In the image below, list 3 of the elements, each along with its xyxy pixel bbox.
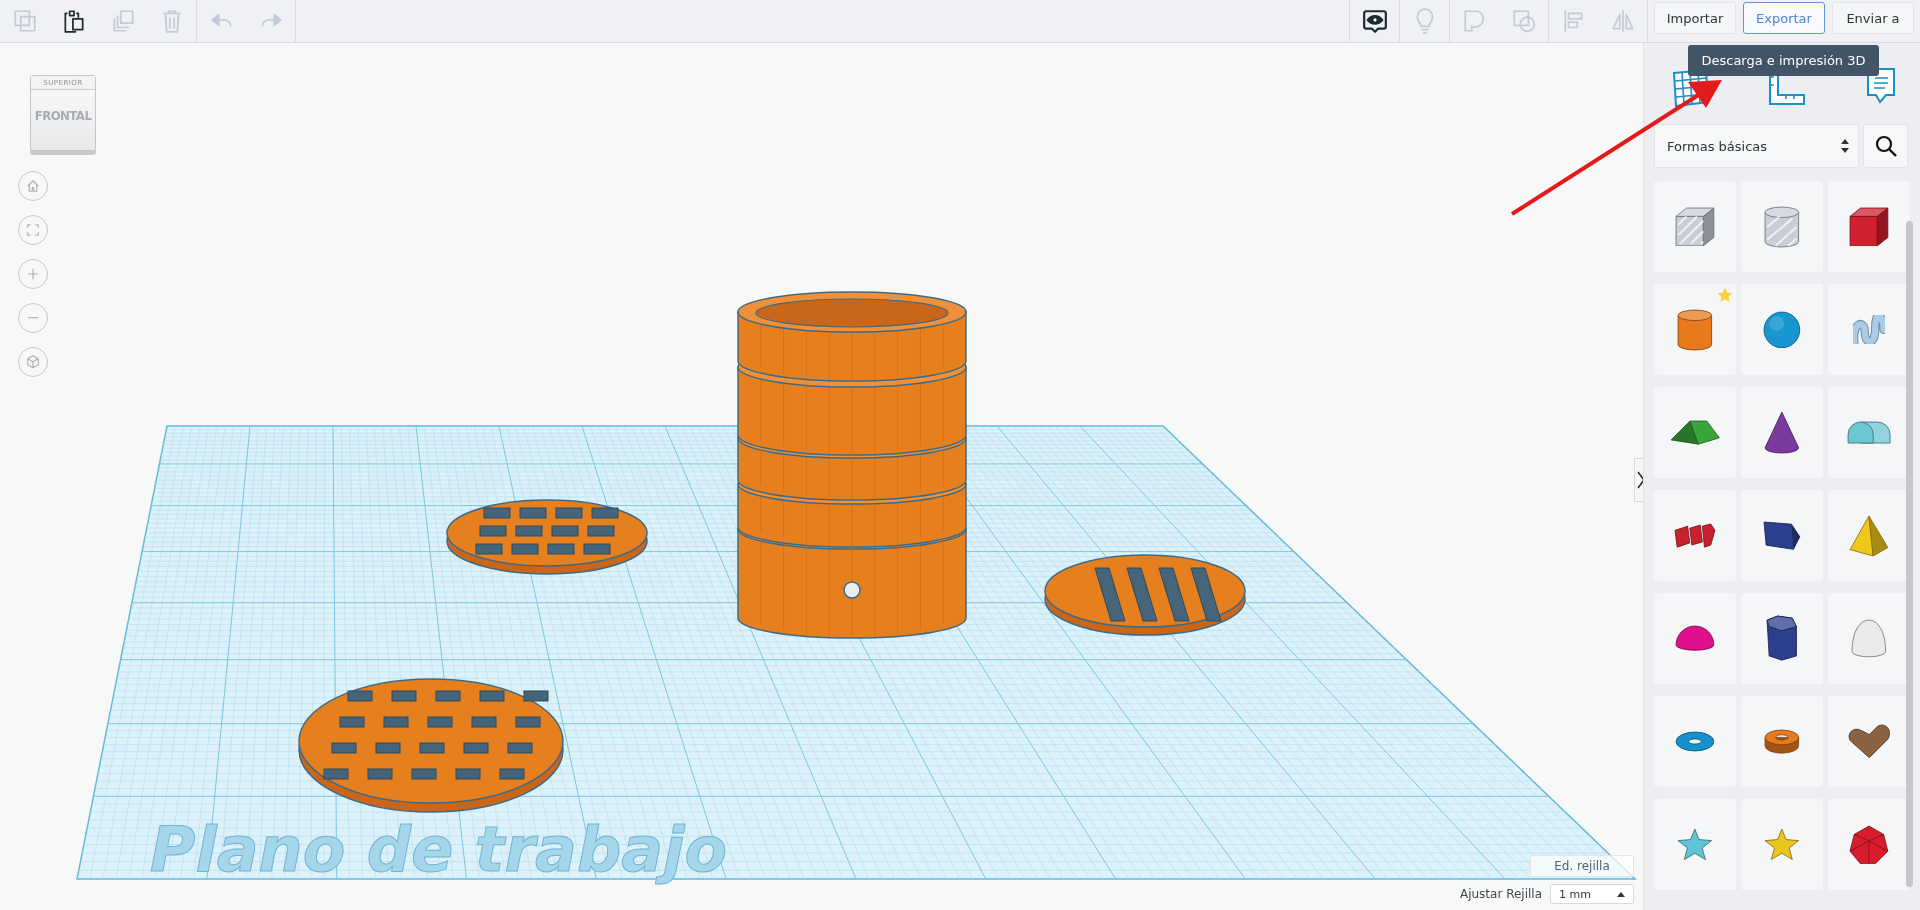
- tooltip: Descarga e impresión 3D: [1688, 45, 1879, 76]
- view-cube-front-label: FRONTAL: [34, 108, 92, 123]
- snap-grid-label: Ajustar Rejilla: [1459, 887, 1542, 901]
